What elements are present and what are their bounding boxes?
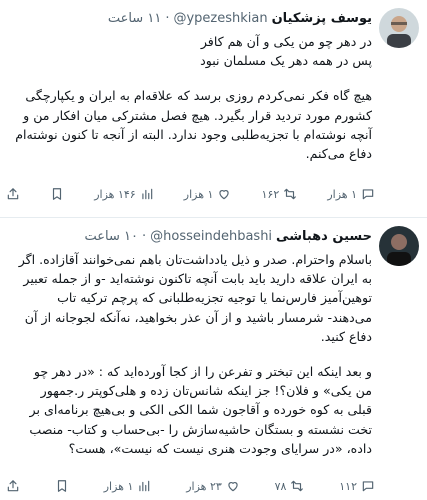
tweet-header: یوسف پزشکیان @ypezeshkian · ۱۱ ساعت (10, 8, 372, 28)
like-count: ۱ هزار (183, 187, 214, 201)
separator-dot: · (141, 228, 147, 244)
retweet-icon (291, 480, 304, 492)
tweet-actions: ۱ هزار ۱۶۲ ۱ هزار ۱۴۶ هزار (6, 183, 375, 205)
tweet[interactable]: یوسف پزشکیان @ypezeshkian · ۱۱ ساعت در د… (0, 0, 427, 218)
tweet-text: باسلام واحترام. صدر و ذیل یادداشت‌تان با… (14, 250, 372, 458)
bookmark-icon (57, 480, 66, 492)
tweet-paragraph: هیچ گاه فکر نمی‌کردم روزی برسد که علاقه‌… (15, 88, 372, 162)
tweet-text: در دهر چو من یکی و آن هم کافر پس در همه … (14, 32, 372, 163)
retweet-count: ۱۶۲ (261, 187, 280, 201)
verse-line: پس در همه دهر یک مسلمان نبود (200, 53, 372, 69)
reply-button[interactable]: ۱ هزار (327, 187, 375, 201)
retweet-count: ۷۸ (274, 479, 287, 493)
author-name[interactable]: حسین دهباشی (276, 229, 372, 244)
timestamp[interactable]: ۱۰ ساعت (85, 229, 138, 244)
separator-dot: · (165, 10, 170, 26)
heart-icon (219, 190, 230, 200)
author-handle[interactable]: @ypezeshkian (173, 11, 267, 26)
tweet-paragraph: باسلام واحترام. صدر و ذیل یادداشت‌تان با… (18, 252, 372, 344)
tweet-header: حسین دهباشی @hosseindehbashi · ۱۰ ساعت (10, 226, 373, 246)
author-handle[interactable]: @hosseindehbashi (150, 229, 272, 244)
tweet-paragraph: و بعد اینکه این تبختر و تفرعن را از کجا … (29, 364, 372, 456)
retweet-button[interactable]: ۷۸ (275, 479, 305, 493)
reply-count: ۱۱۲ (339, 479, 357, 493)
reply-count: ۱ هزار (327, 187, 357, 201)
tweet-paragraph: در دهر چو من یکی و آن هم کافر پس در همه … (14, 32, 372, 70)
share-icon (7, 480, 19, 492)
timeline: یوسف پزشکیان @ypezeshkian · ۱۱ ساعت در د… (0, 0, 427, 500)
avatar[interactable] (379, 8, 419, 48)
views-icon (139, 480, 150, 492)
share-button[interactable] (6, 187, 20, 201)
reply-icon (362, 481, 374, 492)
reply-button[interactable]: ۱۱۲ (339, 479, 375, 493)
reply-icon (362, 189, 374, 200)
like-button[interactable]: ۲۳ هزار (186, 479, 240, 493)
views-icon (142, 188, 152, 200)
retweet-button[interactable]: ۱۶۲ (262, 187, 298, 201)
views-button[interactable]: ۱ هزار (104, 479, 152, 493)
timestamp[interactable]: ۱۱ ساعت (108, 11, 161, 26)
author-name[interactable]: یوسف پزشکیان (272, 11, 372, 26)
verse-line: در دهر چو من یکی و آن هم کافر (200, 34, 372, 49)
retweet-icon (284, 188, 297, 200)
tweet-actions: ۱۱۲ ۷۸ ۲۳ هزار ۱ هزار (6, 475, 375, 497)
like-button[interactable]: ۱ هزار (184, 187, 232, 201)
share-icon (7, 188, 19, 200)
bookmark-button[interactable] (50, 187, 64, 201)
views-button[interactable]: ۱۴۶ هزار (94, 187, 153, 201)
bookmark-button[interactable] (55, 479, 69, 493)
heart-icon (228, 482, 238, 492)
share-button[interactable] (6, 479, 20, 493)
views-count: ۱ هزار (103, 479, 134, 493)
tweet[interactable]: حسین دهباشی @hosseindehbashi · ۱۰ ساعت ب… (0, 218, 427, 500)
bookmark-icon (53, 188, 62, 200)
like-count: ۲۳ هزار (186, 479, 222, 493)
avatar[interactable] (379, 226, 419, 266)
views-count: ۱۴۶ هزار (94, 187, 136, 201)
